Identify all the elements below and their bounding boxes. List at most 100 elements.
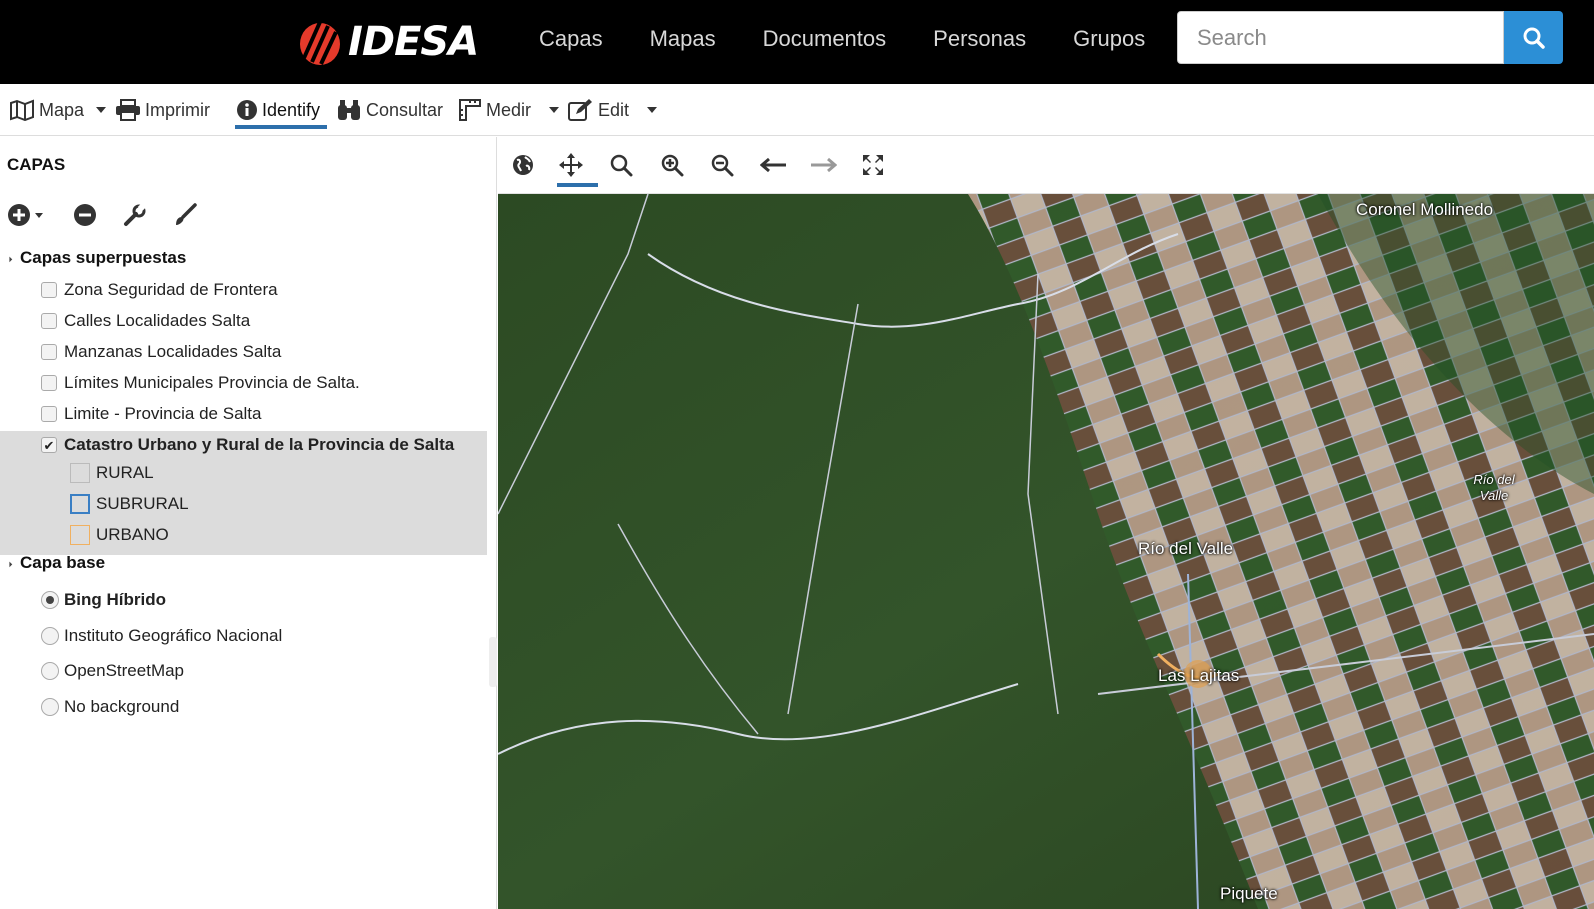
map-label-rio-del-valle-river: Río del Valle [1473,472,1515,503]
overlays-group-title: Capas superpuestas [20,248,187,267]
map-label-coronel-mollinedo: Coronel Mollinedo [1356,200,1494,219]
layer-label: Límites Municipales Provincia de Salta. [64,373,360,392]
legend-swatch [70,525,90,545]
base-group-header[interactable]: Capa base [0,553,105,573]
layer-label: Limite - Provincia de Salta [64,404,262,423]
print-icon [116,99,140,121]
search-icon [1523,27,1545,49]
layer-checkbox[interactable] [41,282,57,298]
full-extent-button[interactable] [859,151,887,179]
layer-label: Manzanas Localidades Salta [64,342,282,361]
nav-documentos[interactable]: Documentos [763,26,887,52]
base-option[interactable]: Instituto Geográfico Nacional [41,625,282,647]
info-icon [237,100,257,120]
base-group-title: Capa base [20,553,106,572]
toolbar-active-indicator [235,125,327,129]
minus-circle-icon [74,204,96,226]
chevron-down-icon [647,107,658,113]
remove-layer-button[interactable] [73,203,97,232]
base-radio[interactable] [41,627,59,645]
base-option-label: Bing Híbrido [64,590,166,609]
toolbar-consultar[interactable]: Consultar [336,84,443,136]
collapse-triangle-icon [3,253,13,263]
add-layer-button[interactable] [7,203,43,227]
legend-item: URBANO [70,523,169,547]
map-icon [10,99,34,121]
layer-row-selected[interactable]: ✔ Catastro Urbano y Rural de la Provinci… [41,434,454,456]
zoom-world-button[interactable] [509,151,537,179]
nav-mapas[interactable]: Mapas [650,26,716,52]
layers-panel: CAPAS Capas superpuestas Zona Seguridad … [0,137,497,909]
ruler-icon [459,99,481,121]
layer-checkbox[interactable] [41,375,57,391]
toolbar-edit[interactable]: Edit [568,84,658,136]
layer-row[interactable]: Zona Seguridad de Frontera [41,279,278,301]
zoom-box-button[interactable] [607,151,635,179]
base-radio-selected[interactable] [41,591,59,609]
chevron-down-icon [96,107,107,113]
legend-swatch [70,494,90,514]
binoculars-icon [338,100,360,120]
edit-icon [568,99,592,121]
zoom-in-button[interactable] [658,151,686,179]
toolbar-medir[interactable]: Medir [458,84,560,136]
previous-extent-button[interactable] [760,151,788,179]
base-option-label: Instituto Geográfico Nacional [64,626,283,645]
legend-label: SUBRURAL [96,494,189,513]
legend-item: RURAL [70,461,154,485]
base-option[interactable]: No background [41,696,179,718]
map-canvas[interactable]: Coronel Mollinedo Río del Valle Las Laji… [498,194,1594,909]
search-button[interactable] [1504,11,1563,64]
wrench-icon [124,202,147,226]
zoom-in-icon [661,154,684,177]
base-radio[interactable] [41,662,59,680]
base-option-label: No background [64,697,180,716]
next-extent-button[interactable] [809,151,837,179]
layer-checkbox[interactable] [41,406,57,422]
chevron-down-icon [549,107,560,113]
arrow-left-icon [760,157,786,173]
base-option[interactable]: Bing Híbrido [41,589,166,611]
overlays-group-header[interactable]: Capas superpuestas [0,248,186,268]
legend-item: SUBRURAL [70,492,189,516]
nav-grupos[interactable]: Grupos [1073,26,1145,52]
toolbar-identify-label: Identify [262,99,321,120]
layer-style-button[interactable] [173,203,197,232]
arrow-right-icon [811,157,837,173]
base-option-label: OpenStreetMap [64,661,185,680]
base-option[interactable]: OpenStreetMap [41,660,184,682]
search-input[interactable] [1177,11,1504,64]
layer-label: Catastro Urbano y Rural de la Provincia … [64,435,455,454]
legend-label: RURAL [96,463,154,482]
layer-row[interactable]: Límites Municipales Provincia de Salta. [41,372,360,394]
nav-personas[interactable]: Personas [933,26,1026,52]
toolbar-mapa-label: Mapa [39,99,85,120]
layer-label: Calles Localidades Salta [64,311,251,330]
top-navbar: IDESA Capas Mapas Documentos Personas Gr… [0,0,1594,84]
layer-row[interactable]: Limite - Provincia de Salta [41,403,261,425]
layer-settings-button[interactable] [123,202,147,232]
panel-splitter-handle[interactable] [489,637,497,687]
zoom-out-icon [711,154,734,177]
main-nav: Capas Mapas Documentos Personas Grupos [539,0,1192,78]
brand-logo[interactable]: IDESA [296,12,479,72]
legend-label: URBANO [96,525,169,544]
toolbar-imprimir[interactable]: Imprimir [115,84,210,136]
toolbar-mapa[interactable]: Mapa [9,84,107,136]
layer-checkbox-checked[interactable]: ✔ [41,437,57,453]
nav-capas[interactable]: Capas [539,26,603,52]
pan-button[interactable] [557,151,585,179]
plus-circle-icon [8,204,30,226]
layer-row[interactable]: Manzanas Localidades Salta [41,341,281,363]
toolbar-medir-label: Medir [486,99,532,120]
logo-mark-icon [296,18,344,66]
zoom-out-button[interactable] [708,151,736,179]
panel-title: CAPAS [7,155,66,174]
layer-checkbox[interactable] [41,313,57,329]
layer-row[interactable]: Calles Localidades Salta [41,310,250,332]
map-label-las-lajitas: Las Lajitas [1158,666,1240,685]
collapse-triangle-icon [3,558,13,568]
layer-checkbox[interactable] [41,344,57,360]
brand-name: IDESA [348,19,479,65]
base-radio[interactable] [41,698,59,716]
